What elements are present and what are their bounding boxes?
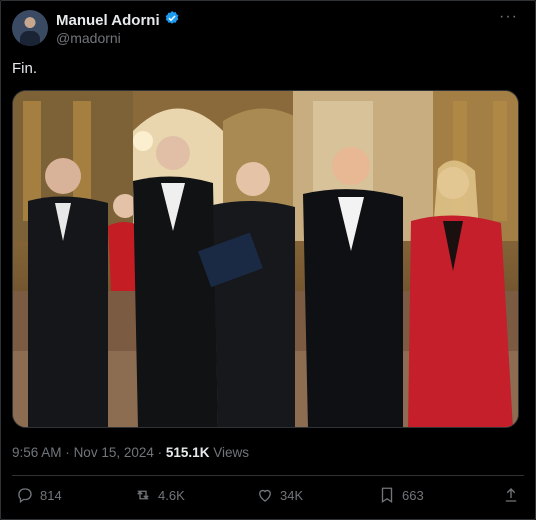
divider bbox=[12, 475, 524, 476]
reply-button[interactable]: 814 bbox=[16, 486, 62, 504]
reply-count: 814 bbox=[40, 487, 62, 503]
post-text: Fin. bbox=[12, 60, 38, 77]
like-button[interactable]: 34K bbox=[256, 486, 303, 504]
verified-badge-icon bbox=[164, 10, 180, 31]
author-name[interactable]: Manuel Adorni bbox=[56, 12, 160, 29]
post-meta: 9:56 AM · Nov 15, 2024 · 515.1K Views bbox=[12, 445, 249, 460]
bookmark-icon bbox=[381, 487, 393, 504]
like-count: 34K bbox=[280, 487, 304, 503]
post-date[interactable]: Nov 15, 2024 bbox=[74, 445, 154, 460]
bookmark-button[interactable]: 663 bbox=[378, 486, 424, 504]
repost-count: 4.6K bbox=[158, 487, 185, 503]
bookmark-count: 663 bbox=[402, 487, 424, 503]
action-bar: 814 4.6K 34K 663 bbox=[16, 486, 520, 508]
post-photo[interactable] bbox=[12, 90, 519, 428]
author-handle[interactable]: @madorni bbox=[56, 30, 121, 46]
post-time[interactable]: 9:56 AM bbox=[12, 445, 62, 460]
meta-separator: · bbox=[65, 445, 70, 460]
author-row: Manuel Adorni bbox=[56, 10, 180, 31]
avatar[interactable] bbox=[12, 10, 48, 46]
heart-icon bbox=[259, 489, 271, 502]
repost-icon bbox=[137, 490, 149, 500]
reply-icon bbox=[18, 488, 32, 504]
views-label: Views bbox=[213, 445, 249, 460]
share-button[interactable] bbox=[502, 486, 520, 504]
more-icon[interactable]: ··· bbox=[499, 8, 518, 26]
repost-button[interactable]: 4.6K bbox=[134, 486, 185, 504]
share-icon bbox=[505, 488, 517, 502]
views-count: 515.1K bbox=[165, 445, 210, 460]
meta-separator: · bbox=[157, 445, 163, 460]
